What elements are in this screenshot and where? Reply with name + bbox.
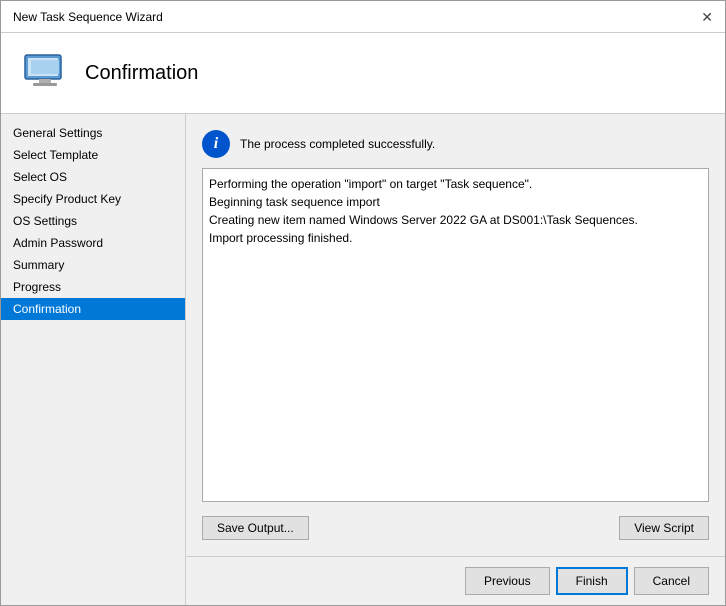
sidebar-item-select-os[interactable]: Select OS <box>1 166 185 188</box>
header-section: Confirmation <box>1 33 725 114</box>
info-icon: i <box>202 130 230 158</box>
status-row: i The process completed successfully. <box>202 130 709 158</box>
sidebar-item-select-template[interactable]: Select Template <box>1 144 185 166</box>
page-title: Confirmation <box>85 62 198 85</box>
save-output-button[interactable]: Save Output... <box>202 516 309 540</box>
sidebar: General Settings Select Template Select … <box>1 114 186 605</box>
footer: Previous Finish Cancel <box>186 556 725 605</box>
log-box[interactable]: Performing the operation "import" on tar… <box>202 168 709 502</box>
window-title: New Task Sequence Wizard <box>13 10 163 24</box>
previous-button[interactable]: Previous <box>465 567 550 595</box>
close-button[interactable]: ✕ <box>701 10 713 24</box>
header-computer-icon <box>21 49 69 97</box>
sidebar-item-specify-product-key[interactable]: Specify Product Key <box>1 188 185 210</box>
sidebar-item-summary[interactable]: Summary <box>1 254 185 276</box>
finish-button[interactable]: Finish <box>556 567 628 595</box>
mid-button-row: Save Output... View Script <box>202 516 709 540</box>
title-bar: New Task Sequence Wizard ✕ <box>1 1 725 33</box>
cancel-button[interactable]: Cancel <box>634 567 709 595</box>
main-content: i The process completed successfully. Pe… <box>186 114 725 556</box>
sidebar-item-progress[interactable]: Progress <box>1 276 185 298</box>
main-wrapper: i The process completed successfully. Pe… <box>186 114 725 605</box>
status-text: The process completed successfully. <box>240 137 435 151</box>
view-script-button[interactable]: View Script <box>619 516 709 540</box>
sidebar-item-general-settings[interactable]: General Settings <box>1 122 185 144</box>
sidebar-item-admin-password[interactable]: Admin Password <box>1 232 185 254</box>
content-area: General Settings Select Template Select … <box>1 114 725 605</box>
wizard-window: New Task Sequence Wizard ✕ Confirmation … <box>0 0 726 606</box>
sidebar-item-os-settings[interactable]: OS Settings <box>1 210 185 232</box>
sidebar-item-confirmation[interactable]: Confirmation <box>1 298 185 320</box>
